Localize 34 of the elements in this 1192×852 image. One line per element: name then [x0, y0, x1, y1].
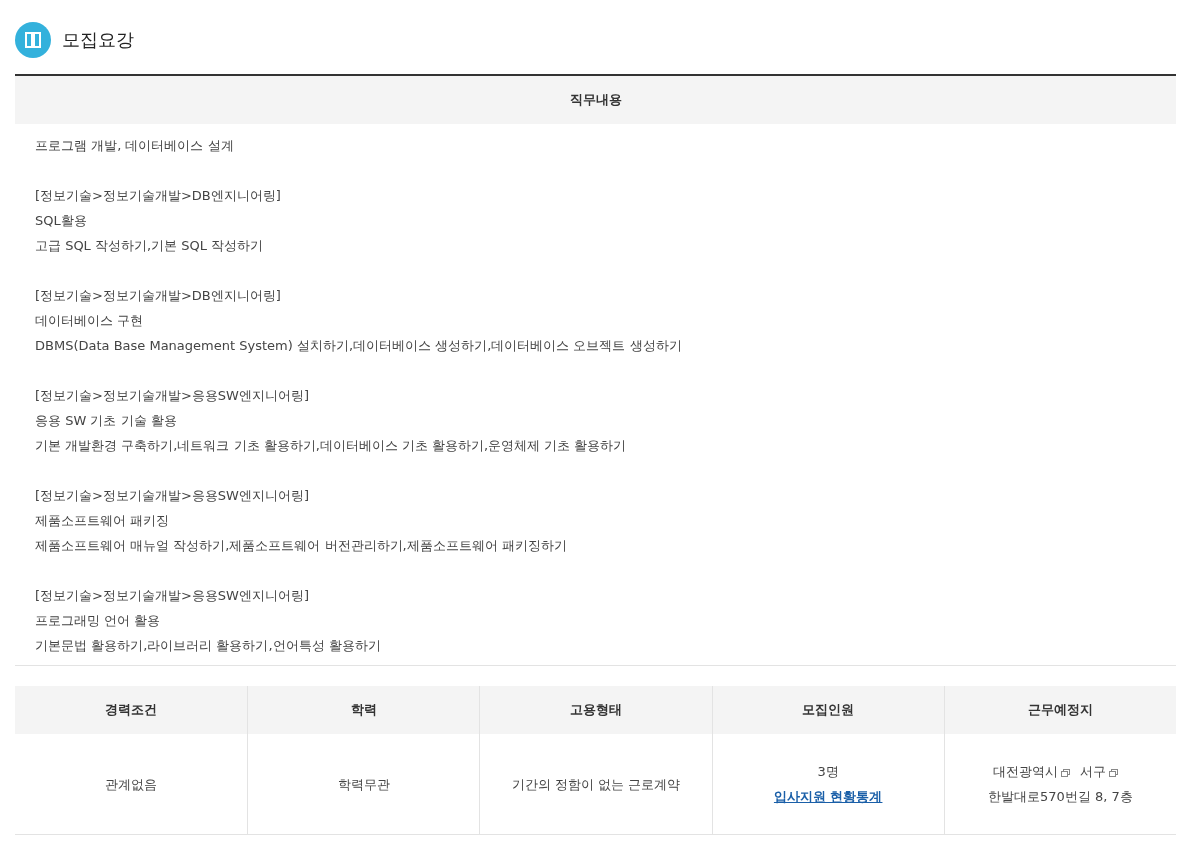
- statistics-link[interactable]: 입사지원 현황통계: [773, 784, 883, 809]
- job-description-line: 고급 SQL 작성하기,기본 SQL 작성하기: [35, 237, 265, 255]
- address-part: 한발대로570번길 8, 7층: [988, 788, 1133, 806]
- table-cell-text: 기간의 정함이 없는 근로계약: [511, 775, 681, 794]
- job-description-line: SQL활용: [35, 212, 88, 230]
- job-description-line: [정보기술>정보기술개발>응용SW엔지니어링]: [35, 487, 311, 505]
- job-description-line: 프로그램 개발, 데이터베이스 설계: [35, 137, 235, 155]
- popup-icon[interactable]: [1060, 768, 1070, 777]
- address-part[interactable]: 대전광역시: [992, 764, 1058, 779]
- address-part[interactable]: 서구: [1079, 764, 1106, 779]
- job-description-line: [정보기술>정보기술개발>응용SW엔지니어링]: [35, 387, 311, 405]
- book-icon: [15, 22, 51, 58]
- recruit-count: 3명: [817, 763, 839, 781]
- job-description-line: 데이터베이스 구현: [35, 312, 145, 330]
- table-cell-text: 학력무관: [337, 775, 390, 794]
- table-cell-text: 관계없음: [105, 775, 158, 794]
- job-description-line: 기본문법 활용하기,라이브러리 활용하기,언어특성 활용하기: [35, 637, 382, 655]
- job-description-line: 프로그래밍 언어 활용: [35, 612, 162, 630]
- job-description-line: [정보기술>정보기술개발>DB엔지니어링]: [35, 287, 282, 305]
- job-description-line: [정보기술>정보기술개발>응용SW엔지니어링]: [35, 587, 311, 605]
- job-description-line: 제품소프트웨어 매뉴얼 작성하기,제품소프트웨어 버전관리하기,제품소프트웨어 패키징하기: [35, 537, 568, 555]
- table-header: 직무내용: [15, 76, 1176, 124]
- job-description-line: 응용 SW 기초 기술 활용: [35, 412, 178, 430]
- column-header: 고용형태: [479, 686, 712, 734]
- popup-icon[interactable]: [1108, 768, 1118, 777]
- section-title: 모집요강: [62, 28, 134, 52]
- column-header: 학력: [247, 686, 480, 734]
- job-description-line: DBMS(Data Base Management System) 설치하기,데이터베이스 생성하기,데이터베이스 오브젝트 생성하기: [35, 337, 683, 355]
- job-description-line: 제품소프트웨어 패키징: [35, 512, 171, 530]
- job-description-line: 기본 개발환경 구축하기,네트워크 기초 활용하기,데이터베이스 기초 활용하기,운영체제 기초 활용하기: [35, 437, 628, 455]
- job-description-line: [정보기술>정보기술개발>DB엔지니어링]: [35, 187, 282, 205]
- column-header: 근무예정지: [943, 686, 1176, 734]
- column-header: 경력조건: [15, 686, 248, 734]
- column-header: 모집인원: [711, 686, 944, 734]
